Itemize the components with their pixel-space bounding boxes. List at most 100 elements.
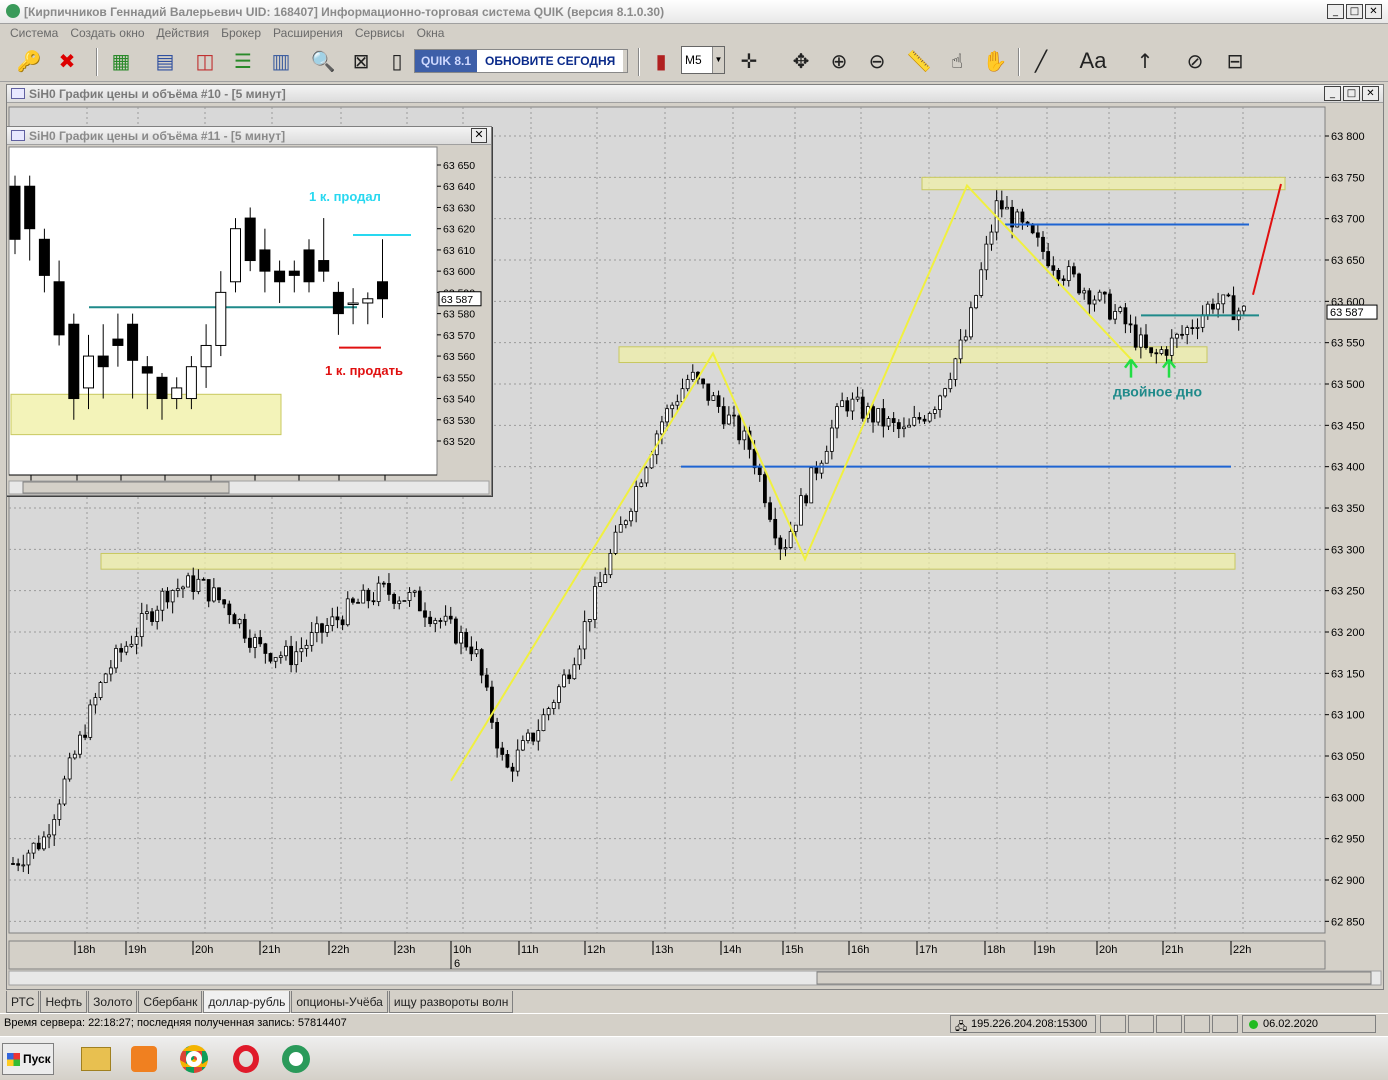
sold-label: 1 к. продал [309, 189, 381, 204]
candle-body [127, 323, 139, 361]
update-today-label: ОБНОВИТЕ СЕГОДНЯ [477, 50, 624, 72]
zoom-out-icon[interactable]: ⊖ [862, 46, 892, 76]
candle-body [443, 615, 448, 622]
search-table-icon[interactable]: 🔍 [308, 46, 338, 76]
support-zone [10, 393, 282, 436]
quotes-icon[interactable]: ▤ [150, 46, 180, 76]
last-price-label: 63 587 [441, 294, 473, 306]
chart-window-icon[interactable]: ◫ [190, 46, 220, 76]
crosshair-icon[interactable]: ✛ [734, 46, 764, 76]
candle-body [288, 270, 300, 276]
candle-body [505, 754, 510, 768]
tab-options-study[interactable]: опционы-Учёба [291, 991, 388, 1013]
candle-body [608, 553, 613, 576]
delete-table-icon[interactable]: ⊠ [346, 46, 376, 76]
chart-settings-icon[interactable]: ▮ [646, 46, 676, 76]
candle-body [294, 651, 299, 666]
candle-body [103, 673, 108, 683]
media-player-icon[interactable] [124, 1041, 164, 1077]
ruler-icon[interactable]: 📏 [904, 46, 934, 76]
tab-wave-reversals[interactable]: ищу развороты волн [388, 991, 514, 1013]
x-tick-label: 10h [453, 944, 471, 956]
update-banner[interactable]: QUIK 8.1 ОБНОВИТЕ СЕГОДНЯ [414, 49, 628, 73]
quik-taskbar-icon[interactable] [276, 1041, 316, 1077]
candle-body [891, 418, 896, 423]
x-tick-label: 11h [521, 944, 539, 956]
candle-body [742, 430, 747, 441]
candle-body [303, 249, 315, 283]
app-title-bar: [Кирпичников Геннадий Валерьевич UID: 16… [0, 0, 1388, 24]
candle-body [1046, 251, 1051, 267]
tab-oil[interactable]: Нефть [40, 991, 88, 1013]
candle-body [332, 291, 344, 315]
server-time-status: Время сервера: 22:18:27; последняя получ… [4, 1017, 347, 1029]
candle-body [912, 417, 917, 426]
menu-item-windows[interactable]: Окна [411, 24, 451, 42]
delete-objects-icon[interactable]: ⊟ [1220, 46, 1250, 76]
candle-body [613, 531, 618, 554]
zoom-in-icon[interactable]: ⊕ [824, 46, 854, 76]
pointer-hand-icon[interactable]: ☝ [942, 46, 972, 76]
toolbar-more-icon[interactable]: ▯ [382, 46, 412, 76]
new-table-icon[interactable]: ▦ [106, 46, 136, 76]
orders-table-icon[interactable]: ☰ [228, 46, 258, 76]
candle-body [36, 842, 41, 850]
tab-rts[interactable]: РТС [6, 991, 40, 1013]
candle-body [83, 355, 94, 389]
close-button[interactable]: ✕ [1365, 4, 1382, 19]
minimize-button[interactable]: _ [1327, 4, 1344, 19]
disconnect-icon[interactable]: ✖ [52, 46, 82, 76]
zoom-chart-close-button[interactable]: ✕ [471, 128, 487, 143]
chrome-icon[interactable] [174, 1041, 214, 1077]
candle-body [840, 400, 845, 408]
last-price-label: 63 587 [1330, 307, 1364, 319]
y-tick-label: 63 640 [443, 181, 475, 193]
hide-objects-icon[interactable]: ⊘ [1180, 46, 1210, 76]
candle-body [1154, 352, 1159, 355]
menu-item-services[interactable]: Сервисы [349, 24, 411, 42]
move-icon[interactable]: ✥ [786, 46, 816, 76]
candle-body [232, 614, 237, 625]
file-explorer-icon[interactable] [76, 1041, 116, 1077]
maximize-button[interactable]: □ [1346, 4, 1363, 19]
candle-body [850, 398, 855, 412]
y-tick-label: 63 400 [1331, 462, 1365, 474]
zoom-price-chart[interactable]: 63 650 63 640 63 630 63 620 63 610 63 600 63 5… [7, 145, 491, 495]
menu-item-system[interactable]: Система [4, 24, 64, 42]
opera-icon[interactable] [226, 1041, 266, 1077]
trades-table-icon[interactable]: ▥ [266, 46, 296, 76]
y-tick-label: 63 530 [443, 415, 475, 427]
candle-body [53, 281, 65, 336]
candle-body [577, 648, 582, 666]
app-title: [Кирпичников Геннадий Валерьевич UID: 16… [24, 5, 665, 19]
chevron-down-icon[interactable]: ▼ [712, 47, 724, 73]
candle-body [1092, 299, 1097, 305]
candle-body [335, 616, 340, 621]
candle-body [402, 600, 407, 602]
candle-body [268, 653, 273, 662]
hand-icon[interactable]: ✋ [980, 46, 1010, 76]
arrow-up-icon[interactable]: ↑ [1130, 46, 1160, 76]
line-tool-icon[interactable]: ╱ [1026, 46, 1056, 76]
connect-key-icon[interactable]: 🔑 [14, 46, 44, 76]
y-tick-label: 63 540 [443, 394, 475, 406]
tab-usd-rub[interactable]: доллар-рубль [203, 991, 291, 1013]
candle-body [1159, 349, 1164, 354]
menu-item-actions[interactable]: Действия [151, 24, 216, 42]
text-tool-icon[interactable]: Aa [1078, 46, 1108, 76]
candle-body [824, 450, 829, 464]
menu-item-create-window[interactable]: Создать окно [64, 24, 150, 42]
y-tick-label: 63 700 [1331, 214, 1365, 226]
candle-body [768, 502, 772, 520]
candle-body [141, 366, 153, 374]
timeframe-select[interactable]: M5 ▼ [681, 46, 725, 74]
start-button[interactable]: Пуск [2, 1043, 54, 1075]
tab-gold[interactable]: Золото [88, 991, 138, 1013]
candle-body [603, 574, 608, 583]
tab-sberbank[interactable]: Сбербанк [138, 991, 203, 1013]
menu-item-broker[interactable]: Брокер [215, 24, 267, 42]
candle-body [1211, 303, 1215, 310]
menu-item-extensions[interactable]: Расширения [267, 24, 349, 42]
candle-body [1144, 334, 1148, 349]
candle-body [438, 620, 443, 622]
